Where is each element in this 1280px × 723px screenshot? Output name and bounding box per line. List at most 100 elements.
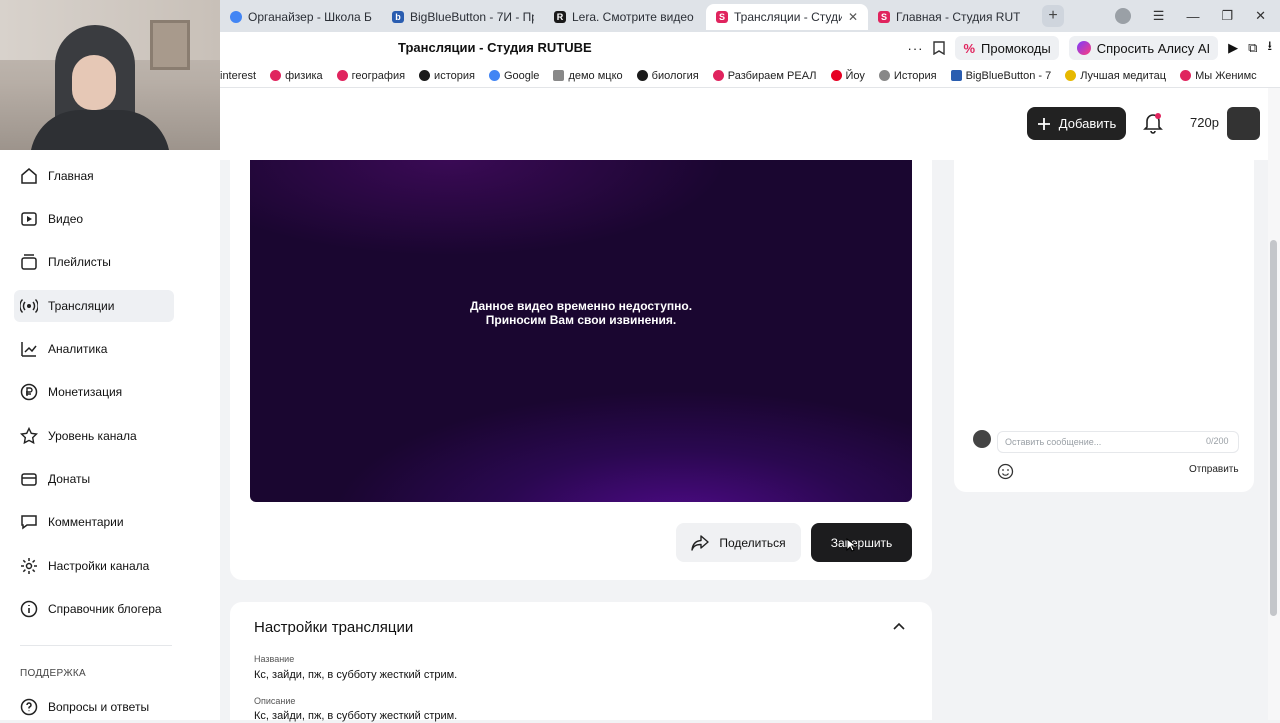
donate-icon [21, 473, 37, 486]
tab-favicon-icon: b [392, 11, 404, 23]
sidebar-divider [20, 645, 172, 646]
analytics-icon [21, 342, 37, 357]
ruble-icon [20, 383, 38, 401]
broadcast-icon [20, 299, 38, 313]
tab-label: BigBlueButton - 7И - Пре [410, 10, 534, 24]
browser-tab[interactable]: b BigBlueButton - 7И - Пре [382, 4, 544, 30]
tab-label: Главная - Студия RUTUB [896, 10, 1020, 24]
bookmark-item[interactable]: Йоу [830, 70, 865, 82]
emoji-icon[interactable] [997, 463, 1014, 480]
sidebar-item-analytics[interactable]: Аналитика [14, 333, 174, 365]
video-icon [21, 212, 37, 226]
avatar[interactable] [1227, 107, 1260, 140]
sidebar-item-playlists[interactable]: Плейлисты [14, 246, 174, 278]
bookmark-item[interactable]: Google [488, 70, 539, 82]
sidebar-item-label: Донаты [48, 472, 91, 486]
chat-char-counter: 0/200 [1206, 436, 1229, 446]
sidebar-item-label: Аналитика [48, 342, 108, 356]
gear-icon [21, 558, 37, 574]
chevron-up-icon[interactable] [892, 621, 906, 631]
chat-input-placeholder: Оставить сообщение... [1005, 437, 1102, 447]
bookmark-item[interactable]: биология [636, 70, 699, 82]
more-icon[interactable]: ··· [907, 41, 923, 56]
bookmark-icon [270, 70, 282, 81]
bookmark-item[interactable]: Лучшая медитац [1065, 70, 1166, 82]
description-field-value[interactable]: Кс, зайди, пж, в субботу жесткий стрим. [254, 710, 457, 722]
sidebar-item-channel-settings[interactable]: Настройки канала [14, 550, 174, 582]
share-button[interactable]: Поделиться [676, 523, 801, 562]
bookmark-icon [553, 70, 565, 81]
promo-button[interactable]: % Промокоды [955, 36, 1059, 60]
bookmark-item[interactable]: география [336, 70, 405, 82]
chat-avatar [973, 430, 991, 448]
sidebar-item-label: Уровень канала [48, 429, 137, 443]
comment-icon [21, 515, 37, 530]
tab-label: Lera. Смотрите видео он [572, 10, 696, 24]
download-icon[interactable]: ⭳ [1267, 37, 1272, 59]
description-field-label: Описание [254, 696, 296, 706]
browser-tab-active[interactable]: S Трансляции - Студия ✕ [706, 4, 868, 30]
new-tab-button[interactable]: + [1042, 5, 1064, 27]
sidebar-item-blogger-guide[interactable]: Справочник блогера [14, 593, 174, 625]
browser-tab[interactable]: Органайзер - Школа Би [220, 4, 382, 30]
browser-tab[interactable]: R Lera. Смотрите видео он [544, 4, 706, 30]
question-icon [20, 698, 38, 716]
bookmark-icon [950, 70, 962, 81]
sidebar-item-label: Плейлисты [48, 255, 111, 269]
close-tab-icon[interactable]: ✕ [848, 10, 858, 24]
bookmark-icon [636, 70, 648, 81]
bookmarks-bar: interest физика география история Google… [220, 64, 1280, 88]
bookmark-item[interactable]: История [878, 70, 937, 82]
profile-icon[interactable] [1114, 8, 1131, 24]
sidebar-item-home[interactable]: Главная [14, 160, 174, 192]
tab-label: Органайзер - Школа Би [248, 10, 372, 24]
sidebar-item-faq[interactable]: Вопросы и ответы [14, 691, 174, 723]
share-button-label: Поделиться [719, 535, 786, 550]
minimize-icon[interactable]: — [1186, 9, 1199, 24]
alice-button[interactable]: Спросить Алису AI [1068, 36, 1219, 60]
name-field-value[interactable]: Кс, зайди, пж, в субботу жесткий стрим. [254, 669, 457, 681]
bookmark-item[interactable]: interest [220, 70, 256, 82]
bell-icon[interactable] [1143, 112, 1163, 134]
bookmark-icon [712, 70, 724, 81]
menu-icon[interactable]: ☰ [1153, 8, 1165, 24]
settings-title: Настройки трансляции [254, 619, 414, 636]
alice-icon [1076, 41, 1091, 55]
browser-tab[interactable]: S Главная - Студия RUTUB [868, 4, 1030, 30]
end-stream-button[interactable]: Завершить [811, 523, 912, 562]
name-field-label: Название [254, 654, 295, 664]
browser-tab-bar: Органайзер - Школа Би b BigBlueButton - … [220, 0, 1280, 32]
sidebar-item-broadcasts[interactable]: Трансляции [14, 290, 174, 322]
maximize-icon[interactable]: ❐ [1221, 8, 1233, 24]
bookmark-icon [878, 70, 890, 81]
quality-indicator[interactable]: 720p [1190, 115, 1219, 130]
bookmark-item[interactable]: BigBlueButton - 7 [950, 70, 1051, 82]
add-button[interactable]: Добавить [1027, 107, 1126, 140]
extensions-icon[interactable]: ⧉ [1248, 40, 1257, 56]
bookmark-item[interactable]: Разбираем РЕАЛ [712, 70, 817, 82]
address-bar[interactable]: Трансляции - Студия RUTUBE ··· % Промоко… [220, 32, 1280, 64]
tab-favicon-icon: S [716, 11, 728, 23]
window-controls: ☰ — ❐ ✕ [1114, 0, 1280, 32]
send-button[interactable]: Отправить [1189, 464, 1239, 475]
tab-label: Трансляции - Студия [734, 10, 842, 24]
bookmark-item[interactable]: история [419, 70, 475, 82]
home-icon [21, 168, 37, 184]
sidebar-item-monetization[interactable]: Монетизация [14, 376, 174, 408]
bookmark-item[interactable]: физика [270, 70, 323, 82]
sidebar-item-video[interactable]: Видео [14, 203, 174, 235]
sidebar-item-label: Справочник блогера [48, 602, 162, 616]
info-icon [20, 600, 38, 618]
playlist-icon [21, 254, 37, 270]
bookmark-item[interactable]: Мы Женимс [1180, 70, 1257, 82]
video-player[interactable] [250, 160, 912, 502]
scrollbar-thumb[interactable] [1270, 240, 1277, 616]
media-icon[interactable]: ▶ [1228, 40, 1238, 56]
close-window-icon[interactable]: ✕ [1255, 8, 1266, 24]
bookmark-icon[interactable] [933, 41, 946, 55]
sidebar-item-comments[interactable]: Комментарии [14, 506, 174, 538]
sidebar-item-channel-level[interactable]: Уровень канала [14, 420, 174, 452]
sidebar-item-donations[interactable]: Донаты [14, 463, 174, 495]
sidebar-item-label: Главная [48, 169, 94, 183]
bookmark-item[interactable]: демо мцко [553, 70, 623, 82]
